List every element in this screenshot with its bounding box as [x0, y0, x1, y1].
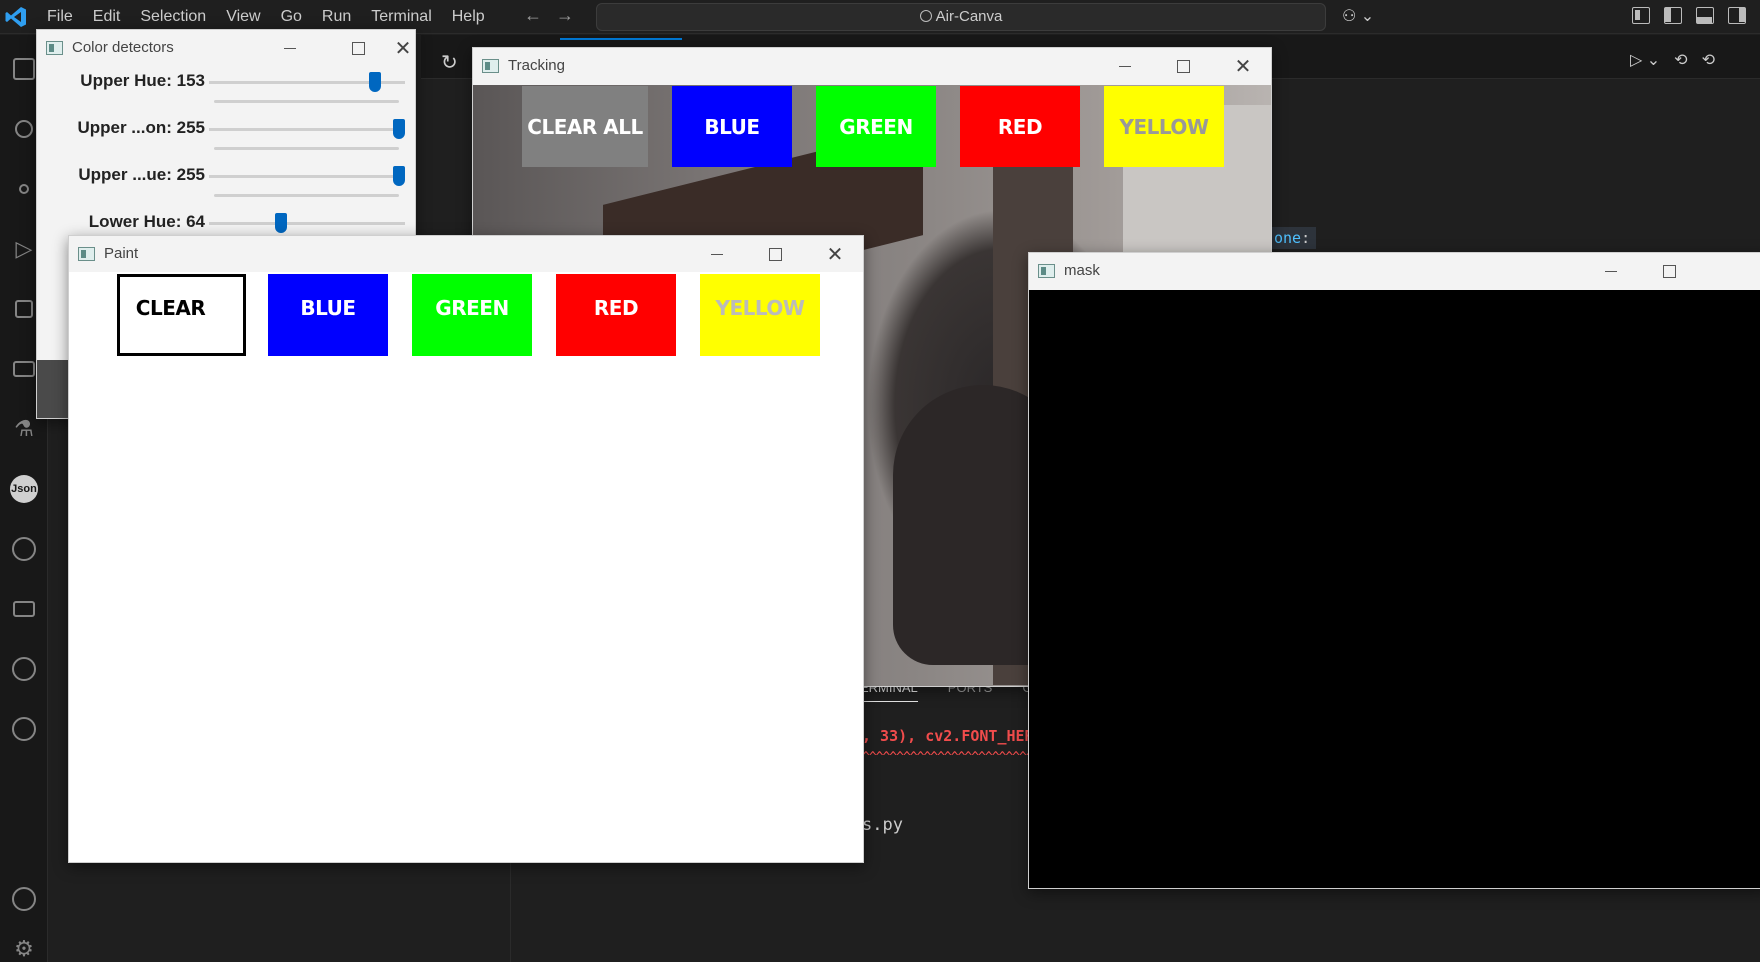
- paint-yellow-button[interactable]: YELLOW: [700, 274, 820, 356]
- json-badge: Json: [10, 475, 38, 503]
- timeline-icon[interactable]: ⟲: [1674, 50, 1687, 70]
- trackbar-upper-value: Upper ...ue: 255: [37, 165, 415, 213]
- trackbar-label: Upper ...on: 255: [77, 118, 205, 137]
- close-button[interactable]: ✕: [388, 30, 415, 66]
- window-title: Tracking: [508, 57, 565, 74]
- trackbar-thumb[interactable]: [369, 72, 381, 92]
- trackbar-thumb[interactable]: [393, 119, 405, 139]
- button-label: YELLOW: [1119, 114, 1209, 139]
- minimize-button[interactable]: [1582, 253, 1640, 289]
- maximize-button[interactable]: [329, 30, 387, 66]
- trackbar-groove: [214, 147, 399, 150]
- tracking-blue-button[interactable]: BLUE: [672, 86, 792, 167]
- back-arrow-icon[interactable]: ←: [524, 5, 542, 26]
- button-label: GREEN: [839, 114, 913, 139]
- accounts-icon[interactable]: [8, 883, 40, 915]
- forward-arrow-icon[interactable]: →: [556, 5, 574, 26]
- trackbar-track[interactable]: [209, 175, 405, 178]
- active-tab-indicator: [560, 38, 682, 40]
- button-label: GREEN: [435, 296, 509, 320]
- toggle-secondary-sidebar-icon[interactable]: [1728, 7, 1746, 24]
- vscode-logo-icon: [5, 7, 26, 27]
- tracking-green-button[interactable]: GREEN: [816, 86, 936, 167]
- refresh-icon[interactable]: ↻: [441, 50, 458, 75]
- tracking-clear-all-button[interactable]: CLEAR ALL: [522, 86, 648, 167]
- trackbar-thumb[interactable]: [275, 213, 287, 233]
- color-detectors-titlebar[interactable]: Color detectors ✕: [37, 30, 415, 66]
- mask-canvas: [1029, 290, 1760, 888]
- button-label: RED: [593, 296, 639, 320]
- trackbar-track[interactable]: [209, 128, 405, 131]
- opencv-window-icon: [46, 41, 63, 55]
- minimize-button[interactable]: [1096, 48, 1154, 84]
- opencv-window-icon: [1038, 264, 1055, 278]
- github-icon[interactable]: [8, 533, 40, 565]
- button-label: YELLOW: [715, 296, 805, 320]
- close-button[interactable]: ✕: [806, 236, 863, 272]
- trackbar-upper-hue: Upper Hue: 153: [37, 71, 415, 119]
- copilot-icon[interactable]: ⚇ ⌄: [1342, 6, 1374, 26]
- git-graph-icon[interactable]: [8, 653, 40, 685]
- json-icon[interactable]: Json: [8, 473, 40, 505]
- opencv-window-icon: [482, 59, 499, 73]
- tracking-titlebar[interactable]: Tracking ✕: [473, 48, 1271, 84]
- trackbar-label: Upper Hue: 153: [80, 71, 205, 90]
- button-label: CLEAR: [135, 296, 206, 320]
- trackbar-track[interactable]: [209, 222, 405, 225]
- toggle-panel-icon[interactable]: [1696, 7, 1714, 24]
- nav-arrows: ← →: [524, 5, 574, 26]
- opencv-window-icon: [78, 247, 95, 261]
- window-title: Paint: [104, 245, 139, 262]
- button-label: BLUE: [300, 296, 356, 320]
- button-label: CLEAR ALL: [527, 114, 643, 139]
- trackbar-upper-saturation: Upper ...on: 255: [37, 118, 415, 166]
- close-button[interactable]: ✕: [1214, 48, 1271, 84]
- toggle-primary-sidebar-icon[interactable]: [1664, 7, 1682, 24]
- button-label: RED: [997, 114, 1043, 139]
- trackbar-groove: [214, 194, 399, 197]
- paint-canvas[interactable]: [69, 273, 863, 862]
- tracking-yellow-button[interactable]: YELLOW: [1104, 86, 1224, 167]
- maximize-button[interactable]: [1154, 48, 1212, 84]
- window-title: mask: [1064, 262, 1100, 279]
- search-icon: [919, 10, 932, 22]
- paint-blue-button[interactable]: BLUE: [268, 274, 388, 356]
- trackbar-groove: [214, 100, 399, 103]
- terminal-file-fragment: s.py: [862, 815, 903, 835]
- git-lens-icon[interactable]: [8, 713, 40, 745]
- maximize-button[interactable]: [1640, 253, 1698, 289]
- settings-icon[interactable]: ⚙: [8, 933, 40, 962]
- maximize-button[interactable]: [746, 236, 804, 272]
- paint-red-button[interactable]: RED: [556, 274, 676, 356]
- minimize-button[interactable]: [261, 30, 319, 66]
- paint-window: Paint ✕ CLEAR BLUE GREEN RED YELLOW: [68, 235, 864, 863]
- code-fragment-colon: :: [1301, 229, 1311, 247]
- button-label: BLUE: [704, 114, 760, 139]
- trackbar-label: Lower Hue: 64: [88, 212, 205, 231]
- layout-controls: [1632, 7, 1746, 24]
- run-file-icon[interactable]: ▷ ⌄: [1630, 50, 1660, 70]
- mask-window: mask: [1028, 252, 1760, 889]
- customize-layout-icon[interactable]: [1632, 7, 1650, 24]
- menu-help[interactable]: Help: [442, 0, 495, 34]
- search-label: Air-Canva: [935, 8, 1003, 25]
- window-title: Color detectors: [72, 39, 174, 56]
- command-center-search[interactable]: Air-Canva: [596, 3, 1326, 31]
- minimize-button[interactable]: [688, 236, 746, 272]
- tracking-red-button[interactable]: RED: [960, 86, 1080, 167]
- code-fragment-text: one: [1274, 229, 1302, 247]
- revert-icon[interactable]: ⟲: [1702, 50, 1715, 70]
- run-controls: ▷ ⌄ ⟲ ⟲: [1630, 50, 1715, 70]
- paint-titlebar[interactable]: Paint ✕: [69, 236, 863, 272]
- mask-titlebar[interactable]: mask: [1029, 253, 1760, 289]
- paint-clear-button[interactable]: CLEAR: [117, 274, 246, 356]
- terminal-error-line: , 33), cv2.FONT_HER: [862, 727, 1034, 745]
- folder-icon[interactable]: [8, 593, 40, 625]
- trackbar-label: Upper ...ue: 255: [78, 165, 205, 184]
- paint-green-button[interactable]: GREEN: [412, 274, 532, 356]
- trackbar-thumb[interactable]: [393, 166, 405, 186]
- code-fragment: one:: [1268, 227, 1317, 249]
